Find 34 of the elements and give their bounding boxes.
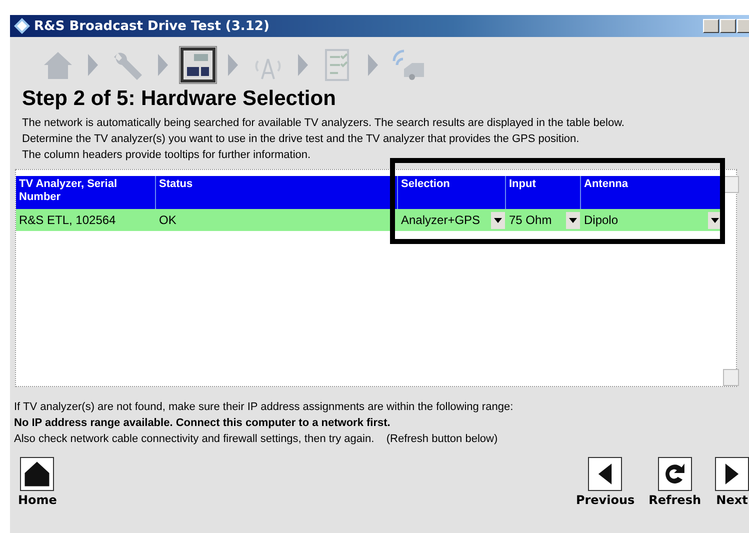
close-button[interactable] [737,19,749,33]
next-button[interactable]: Next [715,457,749,507]
caret-icon [494,218,502,222]
note-text: If TV analyzer(s) are not found, make sure their IP address assignments are within the following range: [14,400,514,415]
previous-button[interactable]: Previous [576,457,635,507]
caret-icon [711,218,719,222]
step-heading: Step 2 of 5: Hardware Selection [22,86,337,112]
intro-text: The column headers provide tooltips for further information. [22,148,312,163]
home-button[interactable]: Home [18,457,57,507]
intro-text: The network is automatically being searched for available TV analyzers. The search results are displayed in the table below. [22,116,626,131]
analyzer-icon [180,47,216,83]
app-logo-icon [14,18,30,34]
warning-text: No IP address range available. Connect this computer to a network first. [14,416,392,431]
scroll-down-button[interactable] [723,369,739,386]
refresh-button[interactable]: Refresh [648,457,701,507]
chevron-icon [228,54,238,76]
maximize-button[interactable] [720,19,736,33]
car-step-button[interactable] [390,47,426,83]
window-title: R&S Broadcast Drive Test (3.12) [34,18,270,34]
chevron-icon [368,54,378,76]
caret-icon [569,218,577,222]
table-cell-text: R&S ETL, 102564 [18,213,117,227]
chevron-icon [158,54,168,76]
car-icon [390,47,426,83]
note-text: Also check network cable connectivity and firewall settings, then try again. (Refresh button below) [14,432,499,447]
chevron-icon [88,54,98,76]
house-icon [20,457,54,491]
minimize-button[interactable] [703,19,719,33]
table-cell-text: OK [158,213,178,227]
intro-text: Determine the TV analyzer(s) you want to use in the drive test and the TV analyzer that provides the GPS position. [22,132,580,147]
refresh-icon [658,457,692,491]
selection-dropdown[interactable]: Analyzer+GPS [398,210,505,230]
chevron-icon [298,54,308,76]
analyzer-step-button[interactable] [180,47,216,83]
